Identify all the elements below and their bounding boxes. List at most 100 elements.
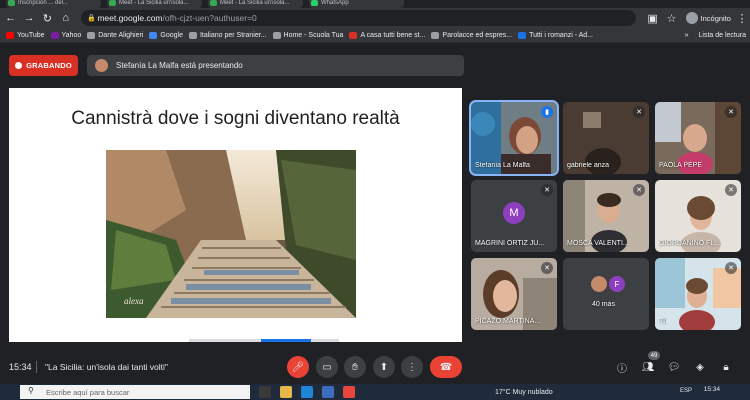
bookmark-label: A casa tutti bene st... bbox=[360, 31, 426, 39]
bookmark-item[interactable]: Italiano per Stranier... bbox=[188, 31, 267, 39]
recording-badge: GRABANDO bbox=[9, 55, 78, 76]
hang-up-icon: ☎︎ bbox=[439, 361, 453, 373]
present-icon: ⬆ bbox=[379, 361, 389, 373]
meeting-details-icon[interactable]: ⓘ bbox=[614, 359, 630, 375]
file-explorer-icon[interactable] bbox=[280, 386, 292, 398]
edge-icon[interactable] bbox=[301, 386, 313, 398]
raise-hand-button[interactable]: ✋︎ bbox=[344, 356, 366, 378]
mic-muted-icon: ✕ bbox=[541, 184, 553, 196]
participant-tile[interactable]: ✕ MOSCA VALENTI... bbox=[563, 180, 649, 252]
participant-name: MOSCA VALENTI... bbox=[567, 240, 629, 247]
bookmark-favicon-icon bbox=[149, 31, 158, 39]
bookmark-item[interactable]: YouTube bbox=[6, 31, 45, 39]
participant-tile[interactable]: M ✕ MAGRINI ORTIZ JU... bbox=[471, 180, 557, 252]
bookmark-label: Parolacce ed espres... bbox=[442, 31, 513, 39]
meet-control-bar: 15:34 "La Sicilia: un'isola dai tanti vo… bbox=[0, 350, 750, 384]
lock-icon: 🔒 bbox=[87, 15, 97, 22]
bookmark-item[interactable]: Parolacce ed espres... bbox=[431, 31, 513, 39]
bookmark-item[interactable]: Tutti i romanzi - Ad... bbox=[518, 31, 594, 39]
tab-title: Meet - La Sicilia un'isola... bbox=[220, 0, 290, 6]
staircase-image: alexa bbox=[106, 150, 356, 318]
chrome-icon[interactable] bbox=[343, 386, 355, 398]
people-icon[interactable]: 👥︎ bbox=[640, 359, 656, 375]
browser-tab[interactable]: Inscripción ... del... bbox=[6, 0, 101, 8]
bookmark-item[interactable]: Yahoo bbox=[50, 31, 81, 39]
weather-widget[interactable]: 17°C Muy nublado bbox=[495, 389, 553, 396]
slide-watermark: alexa bbox=[124, 296, 144, 306]
mic-toggle-button[interactable]: 🎤︎ bbox=[287, 356, 309, 378]
hand-icon: ✋︎ bbox=[352, 361, 358, 373]
tab-title: WhatsApp bbox=[321, 0, 349, 6]
slide-title: Cannistrà dove i sogni diventano realtà bbox=[71, 108, 400, 129]
participant-tile-more[interactable]: F 40 más bbox=[563, 258, 649, 330]
chat-icon[interactable]: 💬︎ bbox=[666, 359, 682, 375]
participant-tile[interactable]: ✕ PICAZO MARTINA... bbox=[471, 258, 557, 330]
participant-name: Stefanía La Malfa bbox=[475, 162, 530, 169]
taskbar-search[interactable]: ⚲ Escribe aquí para buscar bbox=[20, 385, 250, 399]
mic-muted-icon: ✕ bbox=[633, 106, 645, 118]
mic-muted-icon: ✕ bbox=[633, 184, 645, 196]
url-host: meet.google.com bbox=[97, 13, 163, 23]
more-participants-initial: F bbox=[609, 276, 625, 292]
star-icon[interactable]: ☆ bbox=[664, 10, 680, 26]
shared-slide: Cannistrà dove i sogni diventano realtà bbox=[9, 88, 462, 342]
reload-icon[interactable]: ↻ bbox=[40, 10, 55, 26]
reading-list-button[interactable]: Lista de lectura bbox=[699, 32, 746, 39]
participant-name: Tú bbox=[659, 318, 668, 325]
menu-kebab-icon[interactable]: ⋮ bbox=[734, 10, 750, 26]
meeting-time: 15:34 bbox=[9, 362, 32, 372]
present-screen-button[interactable]: ⬆ bbox=[373, 356, 395, 378]
word-icon[interactable] bbox=[322, 386, 334, 398]
home-icon[interactable]: ⌂ bbox=[58, 10, 73, 26]
participant-tile-self[interactable]: ✕ Tú bbox=[655, 258, 741, 330]
participant-tile[interactable]: ✕ gabriele anza bbox=[563, 102, 649, 174]
mic-muted-icon: ✕ bbox=[725, 262, 737, 274]
task-view-icon[interactable] bbox=[259, 386, 271, 398]
participant-name: MAGRINI ORTIZ JU... bbox=[475, 240, 545, 247]
url-path: /ofh-cjzt-uen?authuser=0 bbox=[162, 13, 257, 23]
bookmark-label: YouTube bbox=[17, 31, 45, 39]
camera-indicator-icon[interactable]: ▣ bbox=[645, 10, 661, 26]
back-arrow-icon[interactable]: ← bbox=[3, 10, 18, 26]
browser-tab[interactable]: WhatsApp bbox=[309, 0, 404, 8]
taskbar-clock[interactable]: 15:34 bbox=[704, 386, 720, 393]
participant-tile[interactable]: ✕ GIORDANINO FL... bbox=[655, 180, 741, 252]
presenting-banner: Stefanía La Malfa está presentando bbox=[87, 55, 464, 76]
meet-favicon-icon bbox=[109, 0, 116, 6]
host-controls-icon[interactable]: 🔒︎ bbox=[718, 359, 734, 375]
activities-icon[interactable]: ◈ bbox=[692, 359, 708, 375]
bookmark-label: Tutti i romanzi - Ad... bbox=[529, 31, 594, 39]
participant-name: PICAZO MARTINA... bbox=[475, 318, 541, 325]
more-participants-label: 40 más bbox=[592, 301, 615, 308]
bookmark-item[interactable]: Dante Alighieri bbox=[87, 31, 143, 39]
bookmark-item[interactable]: Home - Scuola Tua bbox=[272, 31, 343, 39]
participant-tile[interactable]: ▮ Stefanía La Malfa bbox=[469, 100, 559, 176]
speaking-indicator-icon: ▮ bbox=[541, 106, 553, 118]
bookmark-label: Italiano per Stranier... bbox=[199, 31, 267, 39]
forward-arrow-icon[interactable]: → bbox=[21, 10, 36, 26]
bookmark-favicon-icon bbox=[431, 31, 440, 39]
incognito-label: Incógnito bbox=[700, 13, 731, 23]
participant-tile[interactable]: ✕ PAOLA PEPE bbox=[655, 102, 741, 174]
hang-up-button[interactable]: ☎︎ bbox=[430, 356, 462, 378]
bookmark-favicon-icon bbox=[272, 31, 281, 39]
browser-tab-active[interactable]: Meet - La Sicilia un'isola... bbox=[107, 0, 202, 8]
slide-photo-staircase: alexa bbox=[106, 150, 356, 318]
language-indicator[interactable]: ESP bbox=[680, 388, 692, 394]
address-bar[interactable]: 🔒 meet.google.com/ofh-cjzt-uen?authuser=… bbox=[81, 10, 636, 26]
taskbar-search-placeholder: Escribe aquí para buscar bbox=[46, 387, 130, 397]
bookmark-favicon-icon bbox=[87, 31, 96, 39]
presenter-avatar bbox=[95, 59, 108, 72]
incognito-indicator[interactable]: Incógnito bbox=[685, 12, 731, 24]
bookmark-item[interactable]: A casa tutti bene st... bbox=[349, 31, 426, 39]
more-options-button[interactable]: ⋮ bbox=[401, 356, 423, 378]
camera-toggle-button[interactable]: ▭ bbox=[316, 356, 338, 378]
screen: Inscripción ... del... Meet - La Sicilia… bbox=[0, 0, 750, 400]
more-bookmarks-chevron-icon[interactable]: » bbox=[685, 32, 689, 39]
bookmark-item[interactable]: Google bbox=[149, 31, 183, 39]
slide-progress bbox=[189, 339, 339, 342]
browser-tab[interactable]: Meet - La Sicilia un'isola... bbox=[208, 0, 303, 8]
tab-title: Inscripción ... del... bbox=[18, 0, 69, 6]
recording-label: GRABANDO bbox=[26, 61, 72, 70]
toolbar-right: ▣ ☆ Incógnito ⋮ bbox=[642, 10, 750, 26]
